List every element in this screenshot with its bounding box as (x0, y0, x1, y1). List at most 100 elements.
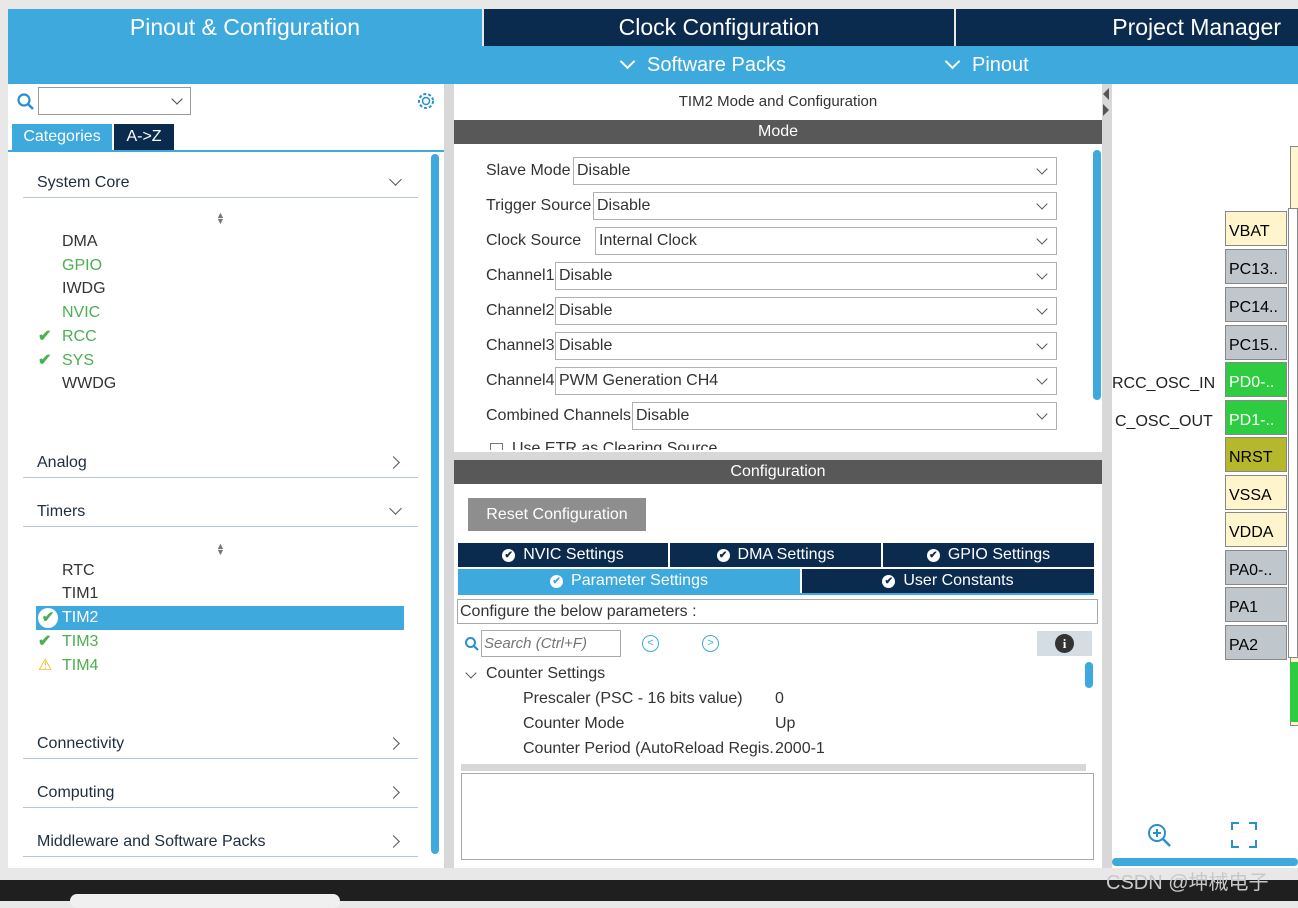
gear-icon[interactable] (415, 90, 437, 112)
taskbar-search-box[interactable] (70, 894, 340, 908)
etr-label: Use ETR as Clearing Source (512, 440, 718, 450)
tab-pinout-configuration[interactable]: Pinout & Configuration (8, 9, 482, 46)
tab-categories-label: Categories (23, 128, 101, 145)
pin-pd1[interactable]: PD1-.. (1225, 400, 1287, 435)
list-item-sys[interactable]: SYS (62, 350, 94, 372)
list-item-tim2[interactable]: TIM2 (62, 607, 98, 629)
pin-pd0[interactable]: PD0-.. (1225, 362, 1287, 397)
pin-vssa[interactable]: VSSA (1225, 475, 1287, 510)
channel2-value: Disable (559, 302, 613, 319)
pin-vbat[interactable]: VBAT (1225, 211, 1287, 246)
list-item-rcc[interactable]: RCC (62, 326, 97, 348)
pin-vdda[interactable]: VDDA (1225, 512, 1287, 547)
pin-pc13[interactable]: PC13.. (1225, 249, 1287, 284)
category-computing[interactable]: Computing (23, 778, 418, 808)
list-item-tim1[interactable]: TIM1 (62, 583, 98, 605)
pinout-menu[interactable]: Pinout (944, 46, 1029, 84)
category-timers[interactable]: Timers (23, 497, 418, 527)
combined-channels-select[interactable]: Disable (632, 402, 1057, 430)
left-scrollbar[interactable] (431, 154, 439, 854)
etr-row: Use ETR as Clearing Source (490, 440, 890, 450)
chevron-down-icon (1036, 408, 1048, 420)
category-connectivity[interactable]: Connectivity (23, 729, 418, 759)
info-button[interactable]: i (1037, 631, 1092, 656)
collapse-arrow-icon[interactable] (1103, 104, 1109, 116)
channel1-select[interactable]: Disable (555, 262, 1057, 290)
reset-configuration-button[interactable]: Reset Configuration (468, 498, 646, 531)
sort-icon[interactable]: ▲ ▼ (216, 542, 225, 557)
param-prescaler-value[interactable]: 0 (775, 690, 784, 708)
tab-a-z[interactable]: A->Z (114, 124, 174, 150)
trigger-source-select[interactable]: Disable (593, 192, 1057, 220)
chevron-down-icon (389, 502, 402, 515)
params-hscroll[interactable] (461, 764, 1086, 771)
sort-icon[interactable]: ▲ ▼ (216, 211, 225, 226)
pin-nrst[interactable]: NRST (1225, 437, 1287, 472)
pin-pc15-label: PC15.. (1229, 337, 1278, 354)
list-item-wwdg[interactable]: WWDG (62, 373, 116, 395)
category-system-core[interactable]: System Core (23, 168, 418, 198)
pin-pa0[interactable]: PA0-.. (1225, 550, 1287, 585)
pinout-hscroll[interactable] (1112, 858, 1298, 866)
pin-pa2[interactable]: PA2 (1225, 625, 1287, 660)
channel4-select[interactable]: PWM Generation CH4 (555, 367, 1057, 395)
tab-parameter-settings[interactable]: ✔ Parameter Settings (458, 569, 800, 593)
tab-user-constants-label: User Constants (903, 572, 1014, 589)
pin-pa1[interactable]: PA1 (1225, 587, 1287, 622)
category-middleware[interactable]: Middleware and Software Packs (23, 827, 418, 857)
checkmark-icon: ✔ (38, 633, 52, 650)
search-icon[interactable] (16, 92, 36, 112)
search-next-icon[interactable]: > (702, 635, 719, 652)
check-circle-icon: ✔ (550, 574, 564, 588)
zoom-in-icon[interactable] (1146, 822, 1174, 850)
pin-pa0-label: PA0-.. (1229, 562, 1273, 579)
pin-pc15[interactable]: PC15.. (1225, 325, 1287, 360)
chevron-right-icon (387, 737, 400, 750)
category-analog[interactable]: Analog (23, 448, 418, 478)
list-item-tim3[interactable]: TIM3 (62, 631, 98, 653)
list-item-gpio[interactable]: GPIO (62, 255, 102, 277)
slave-mode-select[interactable]: Disable (573, 157, 1057, 185)
pin-pa1-label: PA1 (1229, 599, 1259, 616)
params-scrollbar[interactable] (1085, 662, 1093, 688)
list-item-rtc[interactable]: RTC (62, 560, 95, 582)
warning-icon: ⚠ (38, 657, 53, 674)
splitter[interactable] (444, 84, 454, 868)
software-packs-menu[interactable]: Software Packs (619, 46, 786, 84)
param-counter-mode-value[interactable]: Up (775, 715, 795, 733)
pin-pc14[interactable]: PC14.. (1225, 287, 1287, 322)
mode-scrollbar[interactable] (1093, 150, 1101, 400)
parameter-search-input[interactable] (481, 630, 621, 657)
clock-source-label: Clock Source (486, 232, 582, 249)
list-item-dma[interactable]: DMA (62, 231, 98, 253)
tab-gpio-settings[interactable]: ✔ GPIO Settings (883, 543, 1094, 567)
counter-settings-label[interactable]: Counter Settings (486, 665, 605, 683)
reset-button-label: Reset Configuration (486, 505, 628, 523)
list-item-iwdg[interactable]: IWDG (62, 278, 106, 300)
list-item-tim4[interactable]: TIM4 (62, 655, 98, 677)
collapse-arrow-icon[interactable] (1103, 88, 1109, 100)
chip-green-edge (1290, 662, 1298, 722)
channel3-select[interactable]: Disable (555, 332, 1057, 360)
tab-user-constants[interactable]: ✔ User Constants (802, 569, 1094, 593)
search-prev-icon[interactable]: < (642, 635, 659, 652)
trigger-source-label: Trigger Source (486, 197, 592, 214)
splitter[interactable] (1102, 84, 1112, 868)
clock-source-select[interactable]: Internal Clock (595, 227, 1057, 255)
bottom-strip (0, 868, 1298, 880)
tab-nvic-settings[interactable]: ✔ NVIC Settings (458, 543, 668, 567)
pin-nrst-label: NRST (1229, 449, 1273, 466)
param-counter-period-value[interactable]: 2000-1 (775, 740, 825, 758)
fullscreen-icon[interactable] (1231, 822, 1257, 848)
channel2-select[interactable]: Disable (555, 297, 1057, 325)
tab-categories[interactable]: Categories (12, 124, 112, 150)
search-combo[interactable] (38, 87, 191, 115)
channel3-value: Disable (559, 337, 613, 354)
etr-checkbox[interactable] (490, 443, 503, 450)
chevron-down-icon (1036, 233, 1048, 245)
tab-project-manager[interactable]: Project Manager (956, 9, 1298, 46)
list-item-nvic[interactable]: NVIC (62, 302, 100, 324)
tab-clock-configuration[interactable]: Clock Configuration (484, 9, 954, 46)
chevron-down-icon[interactable] (465, 667, 477, 679)
tab-dma-settings[interactable]: ✔ DMA Settings (670, 543, 881, 567)
